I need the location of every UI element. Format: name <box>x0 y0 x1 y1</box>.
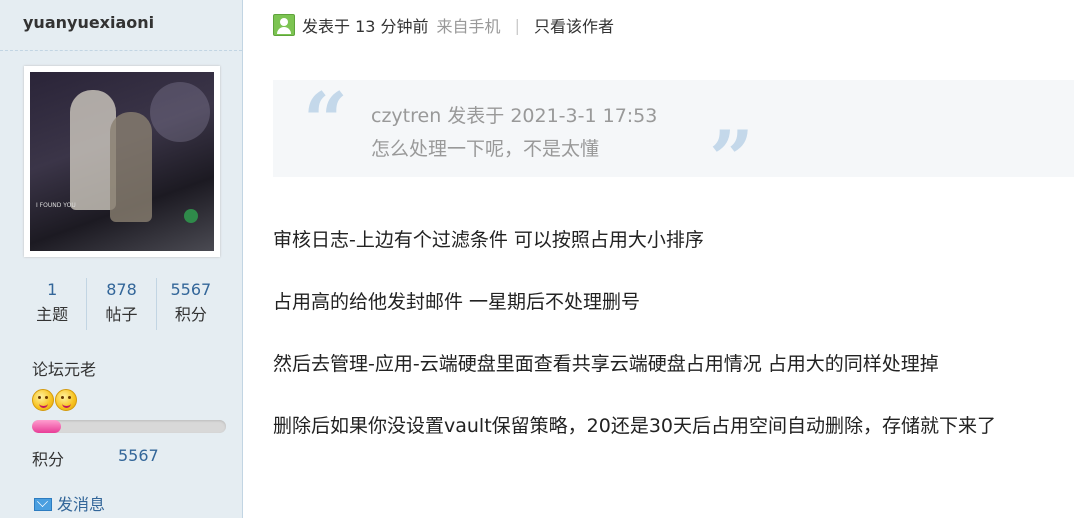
post-main: 发表于 13 分钟前 来自手机 | 只看该作者 “ czytren 发表于 20… <box>244 0 1074 518</box>
score-label: 积分 <box>32 450 65 469</box>
smiley-icon <box>55 389 77 411</box>
post-content: 审核日志-上边有个过滤条件 可以按照占用大小排序 占用高的给他发封邮件 一星期后… <box>273 226 996 474</box>
stat-value[interactable]: 5567 <box>157 278 225 302</box>
post-source[interactable]: 来自手机 <box>437 13 501 37</box>
quote-header: czytren 发表于 2021-3-1 17:53 <box>371 105 658 127</box>
smiley-icon <box>32 389 54 411</box>
send-message-link[interactable]: 发消息 <box>34 491 105 515</box>
only-author-link[interactable]: 只看该作者 <box>534 13 614 37</box>
quote-body: 怎么处理一下呢，不是太懂 <box>371 138 600 160</box>
avatar[interactable]: I FOUND YOU <box>24 66 220 257</box>
stat-posts[interactable]: 878 帖子 <box>87 278 157 330</box>
stat-value[interactable]: 1 <box>18 278 86 302</box>
stat-value[interactable]: 878 <box>87 278 155 302</box>
score-value: 5567 <box>118 446 159 465</box>
close-quote-icon: ” <box>709 114 754 205</box>
rank-stars <box>32 389 78 415</box>
content-paragraph: 删除后如果你没设置vault保留策略，20还是30天后占用空间自动删除，存储就下… <box>273 415 997 437</box>
username-bar: yuanyuexiaoni <box>0 0 242 51</box>
content-paragraph: 审核日志-上边有个过滤条件 可以按照占用大小排序 <box>273 229 704 251</box>
score-row: 积分 5567 <box>32 446 159 470</box>
stat-threads[interactable]: 1 主题 <box>18 278 88 330</box>
avatar-caption: I FOUND YOU <box>36 202 76 209</box>
user-rank[interactable]: 论坛元老 <box>32 356 96 380</box>
user-online-icon <box>273 14 295 36</box>
rank-progress-bar <box>32 420 226 433</box>
stat-label: 帖子 <box>105 305 138 324</box>
username[interactable]: yuanyuexiaoni <box>23 13 154 32</box>
send-message-label[interactable]: 发消息 <box>57 495 105 514</box>
open-quote-icon: “ <box>303 76 348 167</box>
post-meta: 发表于 13 分钟前 来自手机 | 只看该作者 <box>273 13 614 37</box>
stat-label: 主题 <box>36 305 69 324</box>
envelope-icon <box>34 498 52 511</box>
user-stats: 1 主题 878 帖子 5567 积分 <box>18 278 225 330</box>
user-sidebar: yuanyuexiaoni I FOUND YOU 1 主题 878 帖子 55… <box>0 0 243 518</box>
avatar-logo-icon <box>184 209 198 223</box>
quote-block: “ czytren 发表于 2021-3-1 17:53 怎么处理一下呢，不是太… <box>273 76 1074 200</box>
content-paragraph: 占用高的给他发封邮件 一星期后不处理删号 <box>273 291 641 313</box>
avatar-figure-decor <box>110 112 152 222</box>
content-paragraph: 然后去管理-应用-云端硬盘里面查看共享云端硬盘占用情况 占用大的同样处理掉 <box>273 353 939 375</box>
stat-credits[interactable]: 5567 积分 <box>157 278 225 330</box>
avatar-light-decor <box>150 82 210 142</box>
meta-separator: | <box>514 15 520 35</box>
avatar-image[interactable]: I FOUND YOU <box>30 72 214 251</box>
post-time: 发表于 13 分钟前 <box>302 17 429 36</box>
rank-progress-fill <box>32 420 62 433</box>
stat-label: 积分 <box>174 305 207 324</box>
